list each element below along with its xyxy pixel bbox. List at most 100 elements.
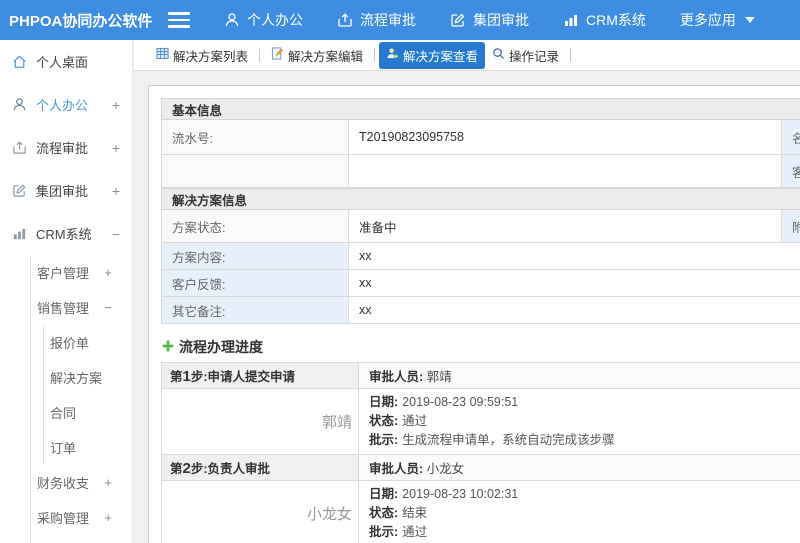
- step-2-approver: 审批人员: 小龙女: [358, 454, 800, 481]
- bar-chart-icon: [563, 12, 579, 28]
- sidebar-item-sales-management[interactable]: 销售管理 −: [31, 290, 132, 325]
- sidebar-item-personal-desktop[interactable]: 个人桌面: [0, 40, 132, 83]
- sidebar-item-products-inventory[interactable]: 产品与库存 +: [31, 535, 132, 543]
- tab-solution-view[interactable]: 解决方案查看: [379, 41, 486, 69]
- edit-document-icon: [12, 183, 29, 198]
- topnav-personal-office[interactable]: 个人办公: [224, 10, 303, 30]
- topnav-group-approval[interactable]: 集团审批: [450, 10, 529, 30]
- field-label-other-remarks: 其它备注:: [161, 296, 349, 324]
- table-row: 其它备注: xx: [161, 296, 800, 324]
- field-value-other-remarks: xx: [348, 296, 800, 324]
- step-2-comment: 批示: 通过: [369, 525, 428, 539]
- field-value-solution-content: xx: [348, 242, 800, 270]
- crm-submenu: 客户管理 + 销售管理 − 报价单 解决方案 合同 订单 财务收支 + 采购管理…: [30, 255, 132, 543]
- sidebar-item-workflow-approval[interactable]: 流程审批 +: [0, 126, 132, 169]
- table-row: 方案状态: 准备中 附件: [161, 209, 800, 243]
- expand-plus-icon[interactable]: +: [104, 475, 112, 490]
- expand-plus-icon[interactable]: +: [112, 140, 120, 156]
- workflow-icon: [12, 140, 29, 155]
- sidebar-item-quotation[interactable]: 报价单: [44, 325, 132, 360]
- user-icon: [12, 97, 29, 112]
- step-detail-row: 郭靖 日期: 2019-08-23 09:59:51 状态: 通过 批示: 生成流程申…: [161, 388, 800, 455]
- field-value-solution-status: 准备中: [348, 209, 782, 243]
- field-label-solution-status: 方案状态:: [161, 209, 349, 243]
- top-navigation: 个人办公 流程审批 集团审批 CRM系统 更多应用: [224, 10, 755, 30]
- divider: [374, 48, 376, 62]
- solution-info-table: 解决方案信息 方案状态: 准备中 附件 方案内容: xx 客户反馈: xx 其它…: [161, 188, 800, 324]
- table-row: 流水号: T20190823095758 名称: [161, 119, 800, 155]
- step-1-comment: 批示: 生成流程申请单，系统自动完成该步骤: [369, 433, 615, 447]
- step-header-row: 第2步:负责人审批 审批人员: 小龙女: [161, 454, 800, 481]
- step-1-status: 状态: 通过: [369, 414, 428, 428]
- magnifier-icon: [492, 47, 505, 63]
- sidebar-item-purchasing[interactable]: 采购管理 +: [31, 500, 132, 535]
- tab-operation-log[interactable]: 操作记录: [485, 42, 566, 69]
- step-1-date: 日期: 2019-08-23 09:59:51: [369, 395, 519, 409]
- sidebar-item-solution[interactable]: 解决方案: [44, 360, 132, 395]
- progress-table: 第1步:申请人提交申请 审批人员: 郭靖 郭靖 日期: 2019-08-23 09…: [161, 362, 800, 543]
- step-header-row: 第1步:申请人提交申请 审批人员: 郭靖: [161, 362, 800, 389]
- home-icon: [12, 54, 29, 69]
- field-label-solution-content: 方案内容:: [161, 242, 349, 270]
- tab-solution-edit[interactable]: 解决方案编辑: [264, 42, 370, 69]
- topnav-workflow-approval[interactable]: 流程审批: [337, 10, 416, 30]
- bar-chart-icon: [12, 226, 29, 241]
- field-label-serial-number: 流水号:: [161, 119, 349, 155]
- user-icon: [224, 12, 240, 28]
- step-2-status: 状态: 结束: [369, 506, 428, 520]
- field-label-customer: 客户: [781, 154, 800, 188]
- edit-page-icon: [271, 47, 284, 63]
- tab-solution-list[interactable]: 解决方案列表: [149, 42, 255, 69]
- progress-section-title: 流程办理进度: [161, 337, 800, 357]
- step-2-label: 第2步:负责人审批: [161, 454, 359, 481]
- topnav-crm-system[interactable]: CRM系统: [563, 10, 646, 30]
- step-2-approver-name: 小龙女: [161, 480, 359, 543]
- expand-plus-icon[interactable]: +: [112, 97, 120, 113]
- collapse-minus-icon[interactable]: −: [112, 226, 120, 242]
- field-label-customer-feedback: 客户反馈:: [161, 269, 349, 297]
- field-label-name: 名称: [781, 119, 800, 155]
- expand-plus-icon[interactable]: +: [104, 265, 112, 280]
- sidebar-item-order[interactable]: 订单: [44, 430, 132, 465]
- app-logo: PHPOA协同办公软件: [9, 12, 153, 30]
- table-row: 方案内容: xx: [161, 242, 800, 270]
- person-view-icon: [386, 47, 399, 63]
- step-detail-row: 小龙女 日期: 2019-08-23 10:02:31 状态: 结束 批示: 通过: [161, 480, 800, 543]
- table-row: 客户: [161, 154, 800, 188]
- topnav-more-apps[interactable]: 更多应用: [680, 10, 755, 30]
- topbar: PHPOA协同办公软件 个人办公 流程审批 集团审批 CRM系统 更多应用: [0, 0, 800, 40]
- sidebar-item-customer-management[interactable]: 客户管理 +: [31, 255, 132, 290]
- caret-down-icon: [744, 17, 755, 23]
- sidebar-item-contract[interactable]: 合同: [44, 395, 132, 430]
- sidebar-item-personal-office[interactable]: 个人办公 +: [0, 83, 132, 126]
- step-1-label: 第1步:申请人提交申请: [161, 362, 359, 389]
- field-label-empty: [161, 154, 349, 188]
- hamburger-menu-icon[interactable]: [168, 12, 190, 28]
- green-plus-icon: [161, 339, 175, 356]
- step-1-approver-name: 郭靖: [161, 388, 359, 455]
- step-1-approver: 审批人员: 郭靖: [358, 362, 800, 389]
- sales-submenu: 报价单 解决方案 合同 订单: [43, 325, 132, 465]
- sidebar-item-crm-system[interactable]: CRM系统 −: [0, 212, 132, 255]
- sidebar: 个人桌面 个人办公 + 流程审批 + 集团审批 + CRM系统 − 客户管理 +…: [0, 40, 133, 543]
- sidebar-item-finance[interactable]: 财务收支 +: [31, 465, 132, 500]
- step-2-detail: 日期: 2019-08-23 10:02:31 状态: 结束 批示: 通过: [358, 480, 800, 543]
- field-value-serial-number: T20190823095758: [348, 119, 782, 155]
- edit-document-icon: [450, 12, 466, 28]
- sidebar-item-group-approval[interactable]: 集团审批 +: [0, 169, 132, 212]
- section-title-basic-info: 基本信息: [161, 98, 800, 120]
- basic-info-table: 基本信息 流水号: T20190823095758 名称 客户: [161, 98, 800, 188]
- workflow-icon: [337, 12, 353, 28]
- divider: [570, 48, 572, 62]
- table-list-icon: [156, 47, 169, 63]
- form-panel: 基本信息 流水号: T20190823095758 名称 客户 解决方案信息 方…: [148, 85, 800, 543]
- section-title-solution-info: 解决方案信息: [161, 188, 800, 210]
- main-content: 解决方案列表 解决方案编辑 解决方案查看 操作记录 基本信息 流水号: T201…: [134, 40, 800, 543]
- expand-plus-icon[interactable]: +: [104, 510, 112, 525]
- table-row: 客户反馈: xx: [161, 269, 800, 297]
- divider: [259, 48, 261, 62]
- field-label-attachment: 附件: [781, 209, 800, 243]
- collapse-minus-icon[interactable]: −: [104, 300, 112, 315]
- expand-plus-icon[interactable]: +: [112, 183, 120, 199]
- tab-bar: 解决方案列表 解决方案编辑 解决方案查看 操作记录: [134, 40, 800, 71]
